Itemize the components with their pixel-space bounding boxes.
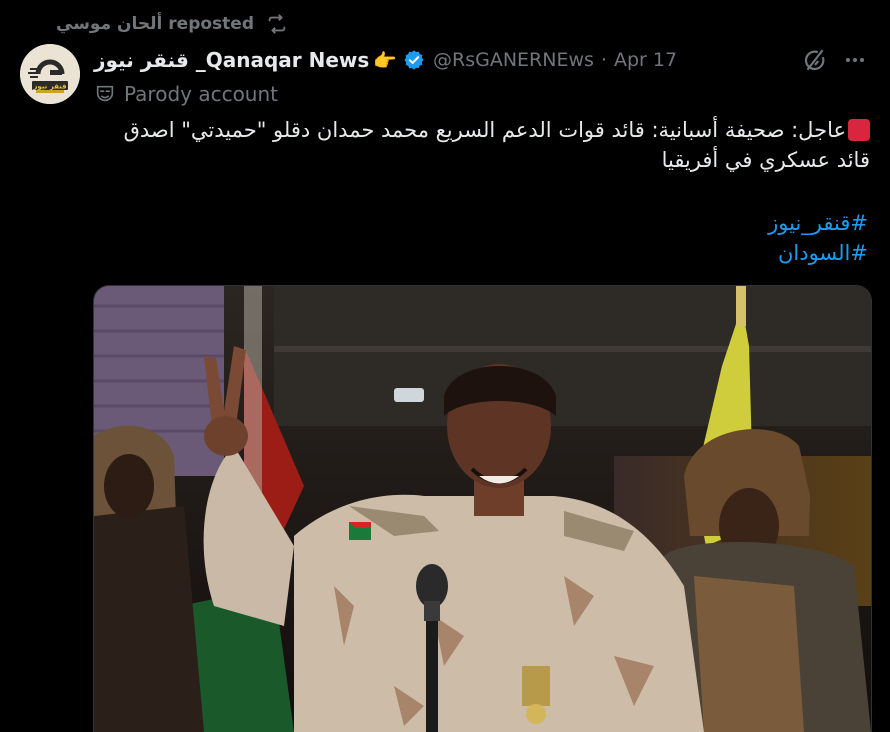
more-icon[interactable] — [842, 48, 868, 72]
hashtags: #قنقر_نيوز #السودان — [768, 208, 868, 268]
repost-icon — [268, 14, 286, 34]
repost-indicator[interactable]: ألحان موسي reposted — [56, 12, 288, 36]
parody-label: Parody account — [124, 82, 279, 106]
photo-general-victory-sign — [94, 286, 871, 732]
grok-icon[interactable] — [802, 47, 828, 73]
author-handle[interactable]: @RsGANERNEws — [433, 49, 594, 71]
post-header: قنقر نيوز _Qanaqar News 👉 @RsGANERNEws ·… — [94, 44, 870, 76]
separator-dot: · — [600, 49, 607, 71]
theater-mask-icon — [96, 85, 114, 102]
author-name[interactable]: قنقر نيوز _Qanaqar News — [94, 48, 369, 72]
parody-label-row: Parody account — [94, 82, 278, 106]
hashtag-qanaqar-news[interactable]: #قنقر_نيوز — [768, 208, 868, 238]
pointing-hand-emoji: 👉 — [373, 49, 397, 72]
red-square-emoji — [848, 119, 870, 141]
verified-badge-icon[interactable] — [403, 49, 425, 71]
avatar[interactable]: قنقر نيوز — [20, 44, 80, 104]
post-date[interactable]: Apr 17 — [614, 49, 677, 71]
post-text: عاجل: صحيفة أسبانية: قائد قوات الدعم الس… — [94, 115, 870, 175]
repost-label[interactable]: ألحان موسي reposted — [56, 14, 254, 34]
post-text-line-1: عاجل: صحيفة أسبانية: قائد قوات الدعم الس… — [94, 115, 870, 145]
post-text-line-2: قائد عسكري في أفريقيا — [661, 148, 870, 172]
avatar-text: قنقر نيوز — [32, 83, 67, 91]
hashtag-sudan[interactable]: #السودان — [768, 238, 868, 268]
post-image[interactable] — [93, 285, 872, 732]
